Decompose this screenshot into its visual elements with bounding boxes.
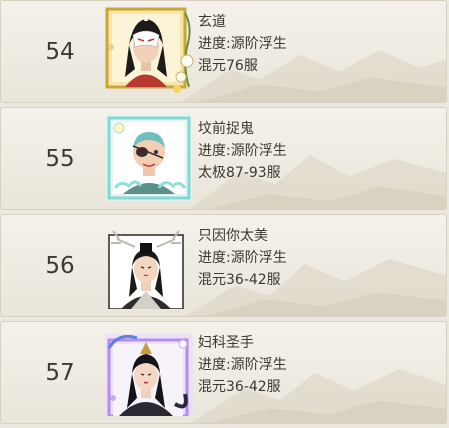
progress-text: 进度:源阶浮生 xyxy=(198,250,287,266)
server-text: 混元76服 xyxy=(198,58,258,74)
rank-number: 57 xyxy=(45,360,75,386)
player-name: 只因你太美 xyxy=(198,228,268,244)
rank-row-55[interactable]: 55 坟前捉鬼 进度:源阶浮生 太极87-93服 xyxy=(0,107,447,210)
rank-row-54[interactable]: 54 玄道 进度:源阶浮生 混元76服 xyxy=(0,0,447,103)
player-info: 妇科圣手 进度:源阶浮生 混元36-42服 xyxy=(198,332,287,398)
server-text: 混元36-42服 xyxy=(198,272,281,288)
server-text: 混元36-42服 xyxy=(198,379,281,395)
antlered-priest-avatar-icon xyxy=(108,230,184,310)
progress-text: 进度:源阶浮生 xyxy=(198,143,287,159)
player-info: 坟前捉鬼 进度:源阶浮生 太极87-93服 xyxy=(198,118,287,184)
avatar[interactable] xyxy=(105,221,195,310)
avatar[interactable] xyxy=(105,7,195,95)
progress-text: 进度:源阶浮生 xyxy=(198,36,287,52)
rank-number: 55 xyxy=(45,146,75,172)
player-name: 玄道 xyxy=(198,14,226,30)
rank-row-56[interactable]: 56 只因你太美 进度:源阶浮生 混元36-42服 xyxy=(0,214,447,317)
avatar[interactable] xyxy=(105,328,195,418)
player-name: 妇科圣手 xyxy=(198,335,254,351)
white-masked-warrior-gold-frame-icon xyxy=(105,7,194,93)
player-info: 玄道 进度:源阶浮生 混元76服 xyxy=(198,11,287,77)
player-info: 只因你太美 进度:源阶浮生 混元36-42服 xyxy=(198,225,287,291)
rank-number: 54 xyxy=(45,39,75,65)
progress-text: 进度:源阶浮生 xyxy=(198,357,287,373)
sorceress-purple-glow-frame-icon xyxy=(105,334,193,418)
rank-row-57[interactable]: 57 妇科圣手 进度:源阶浮生 混元36-42服 xyxy=(0,321,447,424)
player-name: 坟前捉鬼 xyxy=(198,121,254,137)
server-text: 太极87-93服 xyxy=(198,165,281,181)
eyepatch-monk-cloud-frame-icon xyxy=(106,115,192,201)
rank-number: 56 xyxy=(45,253,75,279)
avatar[interactable] xyxy=(105,114,195,202)
